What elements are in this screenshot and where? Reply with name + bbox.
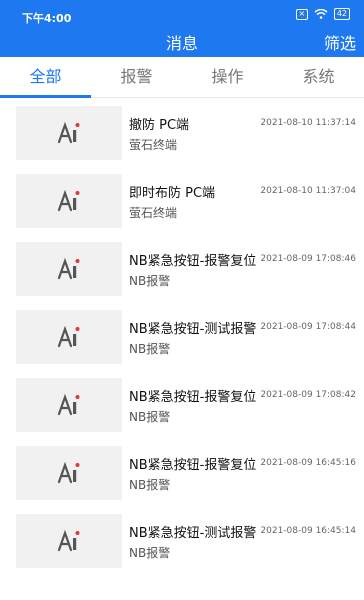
message-time: 2021-08-09 17:08:44: [260, 322, 356, 332]
message-item[interactable]: NB紧急按钮-测试报警 NB报警 2021-08-09 17:08:44: [0, 304, 364, 372]
message-source: 萤石终端: [129, 206, 178, 220]
message-title: NB紧急按钮-报警复位: [129, 458, 257, 473]
tab-bar: 全部 报警 操作 系统: [0, 57, 364, 98]
message-title: 撤防 PC端: [129, 118, 190, 133]
message-title: NB紧急按钮-测试报警: [129, 322, 257, 337]
message-title: NB紧急按钮-报警复位: [129, 390, 257, 405]
ai-person-icon: [57, 461, 80, 484]
ai-person-icon: [57, 189, 80, 212]
message-source: NB报警: [129, 478, 171, 492]
message-thumbnail: [16, 242, 122, 296]
message-thumbnail: [16, 310, 122, 364]
message-time: 2021-08-10 11:37:14: [260, 118, 356, 128]
message-time: 2021-08-09 16:45:14: [260, 526, 356, 536]
message-thumbnail: [16, 106, 122, 160]
filter-button[interactable]: 筛选: [324, 30, 356, 54]
tab-all[interactable]: 全部: [0, 57, 91, 98]
ai-person-icon: [57, 121, 80, 144]
message-thumbnail: [16, 378, 122, 432]
message-time: 2021-08-09 17:08:42: [260, 390, 356, 400]
message-item[interactable]: NB紧急按钮-报警复位 NB报警 2021-08-09 17:08:42: [0, 372, 364, 440]
page-title: 消息: [165, 34, 198, 53]
message-source: NB报警: [129, 342, 171, 356]
message-item[interactable]: NB紧急按钮-测试报警 NB报警 2021-08-09 16:45:14: [0, 508, 364, 576]
message-time: 2021-08-09 17:08:46: [260, 254, 356, 264]
message-source: NB报警: [129, 274, 171, 288]
message-title: 即时布防 PC端: [129, 186, 216, 201]
status-time: 下午4:00: [22, 12, 72, 25]
tab-system[interactable]: 系统: [273, 57, 364, 97]
message-thumbnail: [16, 174, 122, 228]
message-item[interactable]: NB紧急按钮-报警复位 NB报警 2021-08-09 17:08:46: [0, 236, 364, 304]
ai-person-icon: [57, 393, 80, 416]
message-item[interactable]: 即时布防 PC端 萤石终端 2021-08-10 11:37:04: [0, 168, 364, 236]
ai-person-icon: [57, 529, 80, 552]
message-item[interactable]: NB紧急按钮-报警复位 NB报警 2021-08-09 16:45:16: [0, 440, 364, 508]
app-header: 下午4:00 × 42 消息 筛选: [0, 0, 364, 57]
message-item[interactable]: 撤防 PC端 萤石终端 2021-08-10 11:37:14: [0, 100, 364, 168]
message-thumbnail: [16, 514, 122, 568]
message-source: NB报警: [129, 546, 171, 560]
tab-operation[interactable]: 操作: [182, 57, 273, 97]
message-list: 撤防 PC端 萤石终端 2021-08-10 11:37:14 即时布防 PC端…: [0, 100, 364, 576]
message-title: NB紧急按钮-测试报警: [129, 526, 257, 541]
status-icons: × 42: [295, 8, 350, 20]
sim-icon: ×: [295, 8, 308, 20]
message-thumbnail: [16, 446, 122, 500]
message-title: NB紧急按钮-报警复位: [129, 254, 257, 269]
battery-icon: 42: [333, 8, 350, 20]
ai-person-icon: [57, 257, 80, 280]
message-source: NB报警: [129, 410, 171, 424]
wifi-icon: [314, 9, 328, 19]
ai-person-icon: [57, 325, 80, 348]
message-time: 2021-08-09 16:45:16: [260, 458, 356, 468]
message-source: 萤石终端: [129, 138, 178, 152]
message-time: 2021-08-10 11:37:04: [260, 186, 356, 196]
tab-alarm[interactable]: 报警: [91, 57, 182, 97]
